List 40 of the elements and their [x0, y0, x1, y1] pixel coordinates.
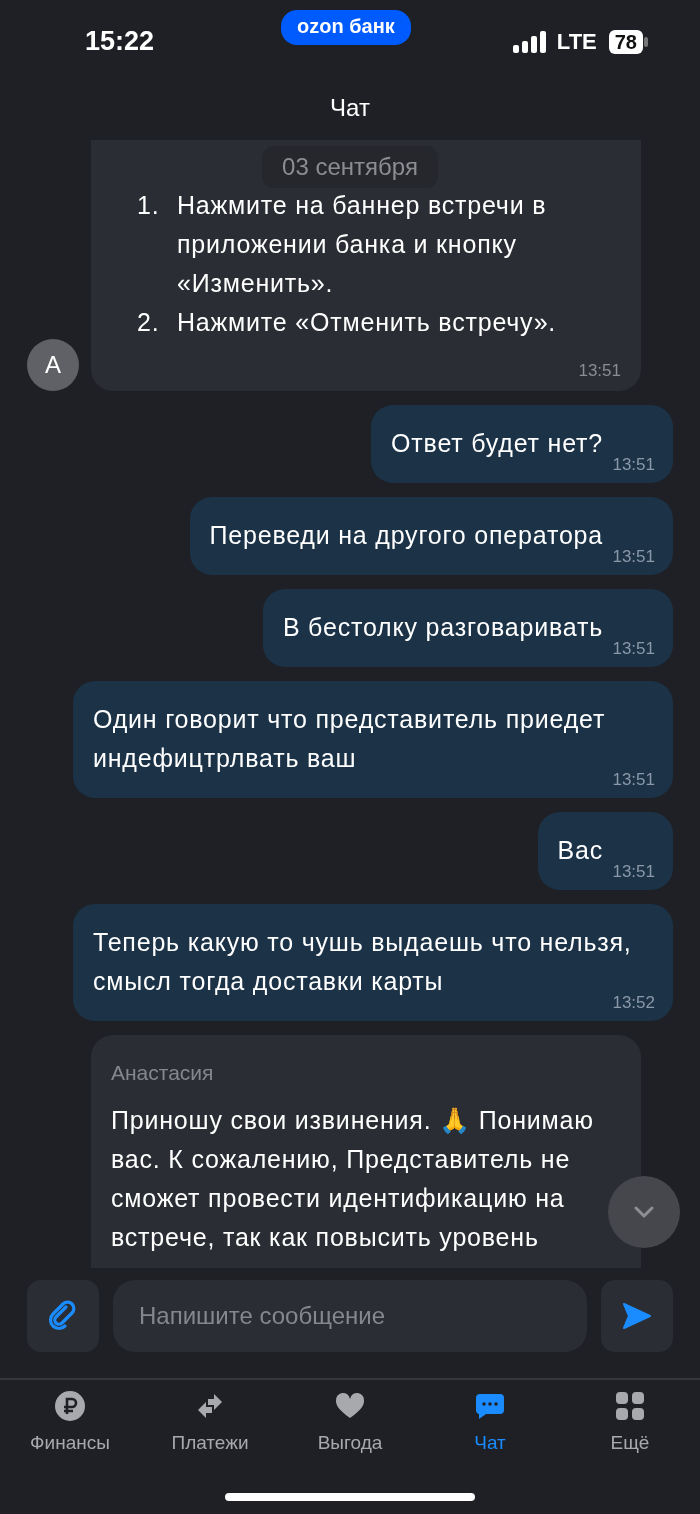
message-text: Ответ будет нет?: [391, 428, 604, 459]
tab[interactable]: Платежи: [140, 1390, 280, 1454]
message-text: Приношу свои извинения. 🙏 Понимаю вас. К сожалению, Представитель не сможет провести идентификацию на встрече, так как повысить уровень: [111, 1105, 595, 1253]
message-time: 13:51: [612, 639, 655, 659]
date-separator: 03 сентября: [262, 146, 438, 188]
message-time: 13:51: [578, 361, 621, 381]
message-text: Один говорит что представитель приедет индефицтрлвать ваш: [93, 704, 607, 774]
network-label: LTE: [556, 28, 597, 55]
send-button[interactable]: [601, 1280, 673, 1352]
tab[interactable]: Ещё: [560, 1390, 700, 1454]
message-time: 13:52: [612, 993, 655, 1013]
list-item-text: Нажмите на баннер встречи в приложении банка и кнопку «Изменить».: [177, 190, 548, 299]
message-text: Переведи на другого оператора: [209, 520, 604, 551]
tab[interactable]: Чат: [420, 1390, 560, 1454]
message-text: В бестолку разговаривать: [282, 612, 604, 643]
battery-tip-icon: [644, 36, 648, 47]
message-time: 13:51: [612, 547, 655, 567]
send-icon: [622, 1302, 652, 1330]
signal-icon: [512, 30, 549, 53]
ruble-icon: [54, 1390, 86, 1422]
bank-badge: ozon банк: [281, 10, 411, 45]
message-time: 13:51: [612, 862, 655, 882]
tab[interactable]: Выгода: [280, 1390, 420, 1454]
message-input[interactable]: Напишите сообщение: [113, 1280, 587, 1352]
chevron-down-icon: [633, 1205, 655, 1219]
message-time: 13:51: [612, 455, 655, 475]
message-text: Теперь какую то чушь выдаешь что нельзя, смысл тогда доставки карты: [93, 927, 633, 996]
screen-title: Чат: [330, 93, 370, 123]
attach-button[interactable]: [27, 1280, 99, 1352]
list-item-text: Нажмите «Отменить встречу».: [177, 307, 557, 338]
grid-icon: [614, 1390, 646, 1422]
tab[interactable]: Финансы: [0, 1390, 140, 1454]
message-time: 13:51: [612, 770, 655, 790]
list-number: 2.: [137, 307, 161, 338]
avatar: А: [27, 339, 79, 391]
battery-indicator: 78: [608, 29, 643, 54]
sender-name: Анастасия: [111, 1060, 215, 1086]
list-number: 1.: [137, 190, 161, 221]
status-time: 15:22: [85, 26, 156, 57]
message-text: Вас: [557, 835, 604, 866]
